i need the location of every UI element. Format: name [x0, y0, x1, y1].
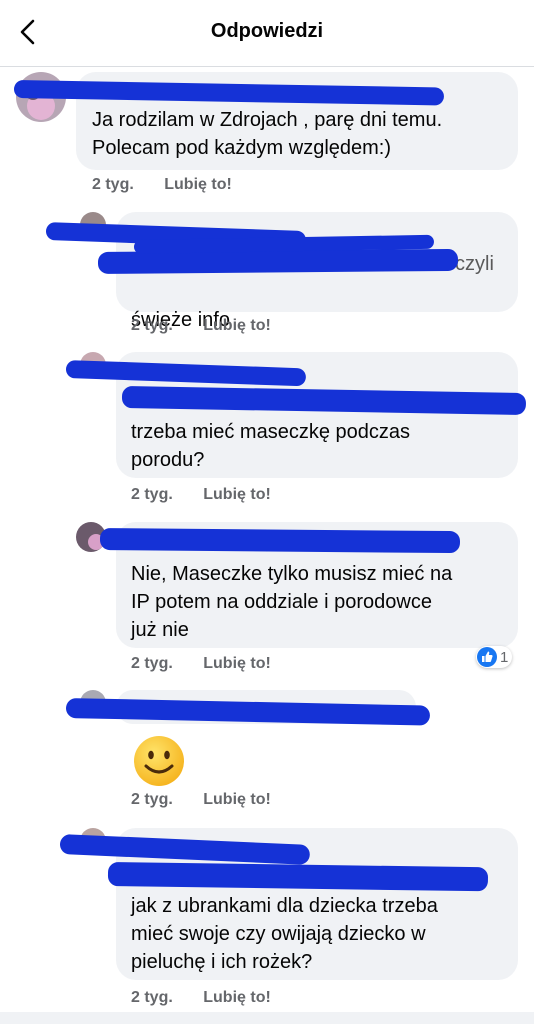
- reaction-count: 1: [500, 648, 509, 666]
- like-link[interactable]: Lubię to!: [164, 176, 232, 193]
- comment-text: Ja rodzilam w Zdrojach , parę dni temu. …: [92, 109, 443, 159]
- page-title: Odpowiedzi: [210, 20, 324, 42]
- comment-text: trzeba mieć maseczkę podczas porodu?: [131, 421, 411, 471]
- comment-time: 2 tyg.: [92, 176, 134, 193]
- reaction-badge[interactable]: 1: [476, 646, 513, 668]
- comment-time: 2 tyg.: [131, 486, 173, 503]
- comment-text: jak z ubrankami dla dziecka trzeba mieć …: [131, 895, 438, 973]
- bottom-edge: [0, 1012, 534, 1024]
- smiling-face-emoji: [132, 734, 186, 793]
- thumbs-up-icon: [477, 647, 497, 667]
- author-name-redaction: [99, 528, 461, 554]
- like-link[interactable]: Lubię to!: [203, 317, 271, 334]
- header-bar: Odpowiedzi: [0, 0, 534, 67]
- comment-text-partial: czyli: [455, 253, 494, 275]
- comment-meta: 2 tyg. Lubię to!: [131, 655, 271, 673]
- like-link[interactable]: Lubię to!: [203, 486, 271, 503]
- like-link[interactable]: Lubię to!: [203, 655, 271, 672]
- comment-time: 2 tyg.: [131, 791, 173, 808]
- comment-text: Nie, Maseczke tylko musisz mieć na IP po…: [131, 563, 453, 641]
- like-link[interactable]: Lubię to!: [203, 791, 271, 808]
- comment-time: 2 tyg.: [131, 655, 173, 672]
- comment-meta: 2 tyg. Lubię to!: [131, 989, 271, 1007]
- comment-time: 2 tyg.: [131, 317, 173, 334]
- comment-meta: 2 tyg. Lubię to!: [131, 486, 271, 504]
- like-link[interactable]: Lubię to!: [203, 989, 271, 1006]
- comment-meta: 2 tyg. Lubię to!: [92, 176, 232, 194]
- comment-meta: 2 tyg. Lubię to!: [131, 317, 271, 335]
- comment-meta: 2 tyg. Lubię to!: [131, 791, 271, 809]
- comment-time: 2 tyg.: [131, 989, 173, 1006]
